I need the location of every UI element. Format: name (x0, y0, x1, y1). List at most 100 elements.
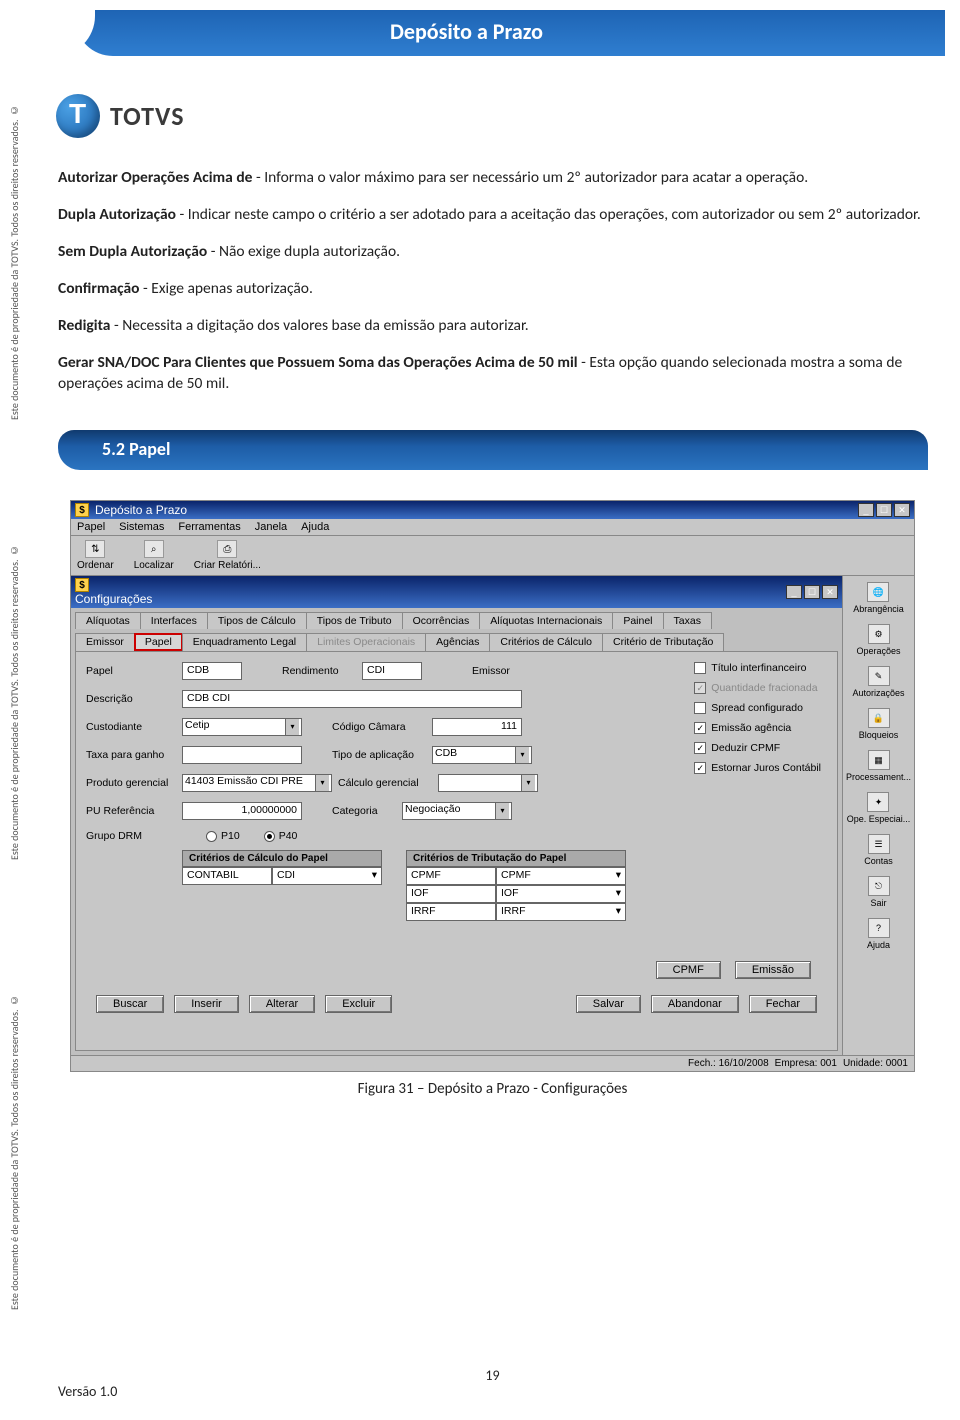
tab-aliquotas[interactable]: Alíquotas (75, 612, 141, 629)
menu-ferramentas[interactable]: Ferramentas (178, 521, 240, 533)
minimize-icon[interactable]: _ (786, 585, 802, 599)
maximize-icon[interactable]: ☐ (804, 585, 820, 599)
sidebar-item-autorizacoes[interactable]: ✎Autorizações (852, 666, 904, 698)
maximize-icon[interactable]: ☐ (876, 503, 892, 517)
version-label: Versão 1.0 (58, 1383, 117, 1400)
tab-agencias[interactable]: Agências (425, 633, 490, 651)
grid-header-tributacao: Critérios de Tributação do Papel (406, 850, 626, 867)
label-calculo-gerencial: Cálculo gerencial (338, 777, 438, 789)
tab-emissor[interactable]: Emissor (75, 633, 135, 651)
mid-button-row: CPMF Emissão (86, 961, 811, 979)
menu-ajuda[interactable]: Ajuda (301, 521, 329, 533)
grid-cell-iof-l[interactable]: IOF (406, 885, 496, 903)
close-icon[interactable]: ✕ (894, 503, 910, 517)
chevron-down-icon: ▾ (372, 869, 377, 883)
button-fechar[interactable]: Fechar (749, 995, 817, 1013)
menu-janela[interactable]: Janela (255, 521, 287, 533)
side-copyright-1: Este documento é de propriedade da TOTVS… (8, 60, 26, 420)
sidebar-item-ajuda[interactable]: ?Ajuda (867, 918, 890, 950)
menu-papel[interactable]: Papel (77, 521, 105, 533)
button-emissao[interactable]: Emissão (735, 961, 811, 979)
button-cpmf[interactable]: CPMF (656, 961, 721, 979)
button-abandonar[interactable]: Abandonar (651, 995, 739, 1013)
grid-cell-iof-r[interactable]: IOF▾ (496, 885, 626, 903)
button-inserir[interactable]: Inserir (174, 995, 239, 1013)
tab-enquadramento[interactable]: Enquadramento Legal (182, 633, 307, 651)
tab-ocorrencias[interactable]: Ocorrências (402, 612, 481, 629)
tab-criterio-trib[interactable]: Critério de Tributação (602, 633, 724, 651)
chevron-down-icon: ▾ (616, 905, 621, 919)
chevron-down-icon: ▾ (521, 775, 535, 791)
check-emissao-agencia[interactable]: ✓Emissão agência (694, 722, 821, 734)
grid-cell-contabil[interactable]: CONTABIL (182, 867, 272, 885)
tab-papel[interactable]: Papel (134, 633, 183, 651)
tab-aliquotas-int[interactable]: Alíquotas Internacionais (479, 612, 613, 629)
check-titulo-interfinanceiro[interactable]: Título interfinanceiro (694, 662, 821, 674)
tab-tipos-calculo[interactable]: Tipos de Cálculo (207, 612, 307, 629)
sidebar-item-operacoes[interactable]: ⚙Operações (856, 624, 900, 656)
sidebar-right: 🌐Abrangência ⚙Operações ✎Autorizações 🔒B… (842, 576, 914, 1055)
radio-p10[interactable]: P10 (206, 830, 240, 842)
tab-criterios-calc[interactable]: Critérios de Cálculo (489, 633, 603, 651)
search-icon: ⌕ (144, 540, 164, 558)
tool-criar-relatorio[interactable]: ⎙Criar Relatóri... (194, 540, 261, 571)
grid-cell-cdi[interactable]: CDI▾ (272, 867, 382, 885)
select-tipo-aplicacao[interactable]: CDB▾ (432, 746, 532, 764)
sidebar-item-abrangencia[interactable]: 🌐Abrangência (853, 582, 904, 614)
tool-ordenar[interactable]: ⇅Ordenar (77, 540, 114, 571)
grid-cell-cpmf-l[interactable]: CPMF (406, 867, 496, 885)
input-papel[interactable]: CDB (182, 662, 242, 680)
sidebar-item-ope-especiais[interactable]: ✦Ope. Especiai... (847, 792, 911, 824)
grid-cell-irrf-l[interactable]: IRRF (406, 903, 496, 921)
header-title: Depósito a Prazo (390, 18, 543, 45)
sidebar-item-contas[interactable]: ☰Contas (864, 834, 893, 866)
operations-icon: ⚙ (868, 624, 890, 644)
label-grupo-drm: Grupo DRM (86, 830, 182, 842)
tool-localizar[interactable]: ⌕Localizar (134, 540, 174, 571)
tab-painel[interactable]: Painel (612, 612, 663, 629)
input-rendimento[interactable]: CDI (362, 662, 422, 680)
sidebar-item-sair[interactable]: ⎋Sair (868, 876, 890, 908)
tab-tipos-tributo[interactable]: Tipos de Tributo (306, 612, 403, 629)
button-alterar[interactable]: Alterar (249, 995, 315, 1013)
toolbar: ⇅Ordenar ⌕Localizar ⎙Criar Relatóri... (71, 536, 914, 576)
menu-sistemas[interactable]: Sistemas (119, 521, 164, 533)
sidebar-item-processamento[interactable]: ▦Processament... (846, 750, 911, 782)
select-produto-gerencial[interactable]: 41403 Emissão CDI PRE▾ (182, 774, 332, 792)
select-categoria[interactable]: Negociação▾ (402, 802, 512, 820)
label-emissor: Emissor (472, 665, 532, 677)
para-sem-dupla: Sem Dupla Autorização - Não exige dupla … (58, 242, 927, 263)
label-descricao: Descrição (86, 693, 182, 705)
section-label: 5.2 Papel (102, 438, 170, 460)
grid-cell-cpmf-r[interactable]: CPMF▾ (496, 867, 626, 885)
check-deduzir-cpmf[interactable]: ✓Deduzir CPMF (694, 742, 821, 754)
minimize-icon[interactable]: _ (858, 503, 874, 517)
tab-interfaces[interactable]: Interfaces (140, 612, 208, 629)
select-calculo-gerencial[interactable]: ▾ (438, 774, 538, 792)
chevron-down-icon: ▾ (616, 887, 621, 901)
authorize-icon: ✎ (868, 666, 890, 686)
sidebar-item-bloqueios[interactable]: 🔒Bloqueios (859, 708, 899, 740)
input-descricao[interactable]: CDB CDI (182, 690, 522, 708)
close-icon[interactable]: ✕ (822, 585, 838, 599)
input-codigo-camara[interactable]: 111 (432, 718, 522, 736)
tab-taxas[interactable]: Taxas (663, 612, 712, 629)
radio-p40[interactable]: P40 (264, 830, 298, 842)
input-taxa-ganho[interactable] (182, 746, 302, 764)
body-text: Autorizar Operações Acima de - Informa o… (58, 168, 927, 394)
button-buscar[interactable]: Buscar (96, 995, 164, 1013)
select-custodiante[interactable]: Cetip▾ (182, 718, 302, 736)
input-pu-referencia[interactable]: 1,00000000 (182, 802, 302, 820)
chevron-down-icon: ▾ (616, 869, 621, 883)
check-estornar-juros[interactable]: ✓Estornar Juros Contábil (694, 762, 821, 774)
totvs-logo-icon (56, 94, 100, 138)
button-excluir[interactable]: Excluir (325, 995, 392, 1013)
config-window-titlebar: $ Configurações _ ☐ ✕ (71, 576, 842, 608)
check-spread-configurado[interactable]: Spread configurado (694, 702, 821, 714)
grid-cell-irrf-r[interactable]: IRRF▾ (496, 903, 626, 921)
process-icon: ▦ (868, 750, 890, 770)
label-produto-gerencial: Produto gerencial (86, 777, 182, 789)
button-salvar[interactable]: Salvar (576, 995, 641, 1013)
dollar-icon: $ (75, 503, 89, 517)
tab-limites[interactable]: Limites Operacionais (306, 633, 426, 651)
